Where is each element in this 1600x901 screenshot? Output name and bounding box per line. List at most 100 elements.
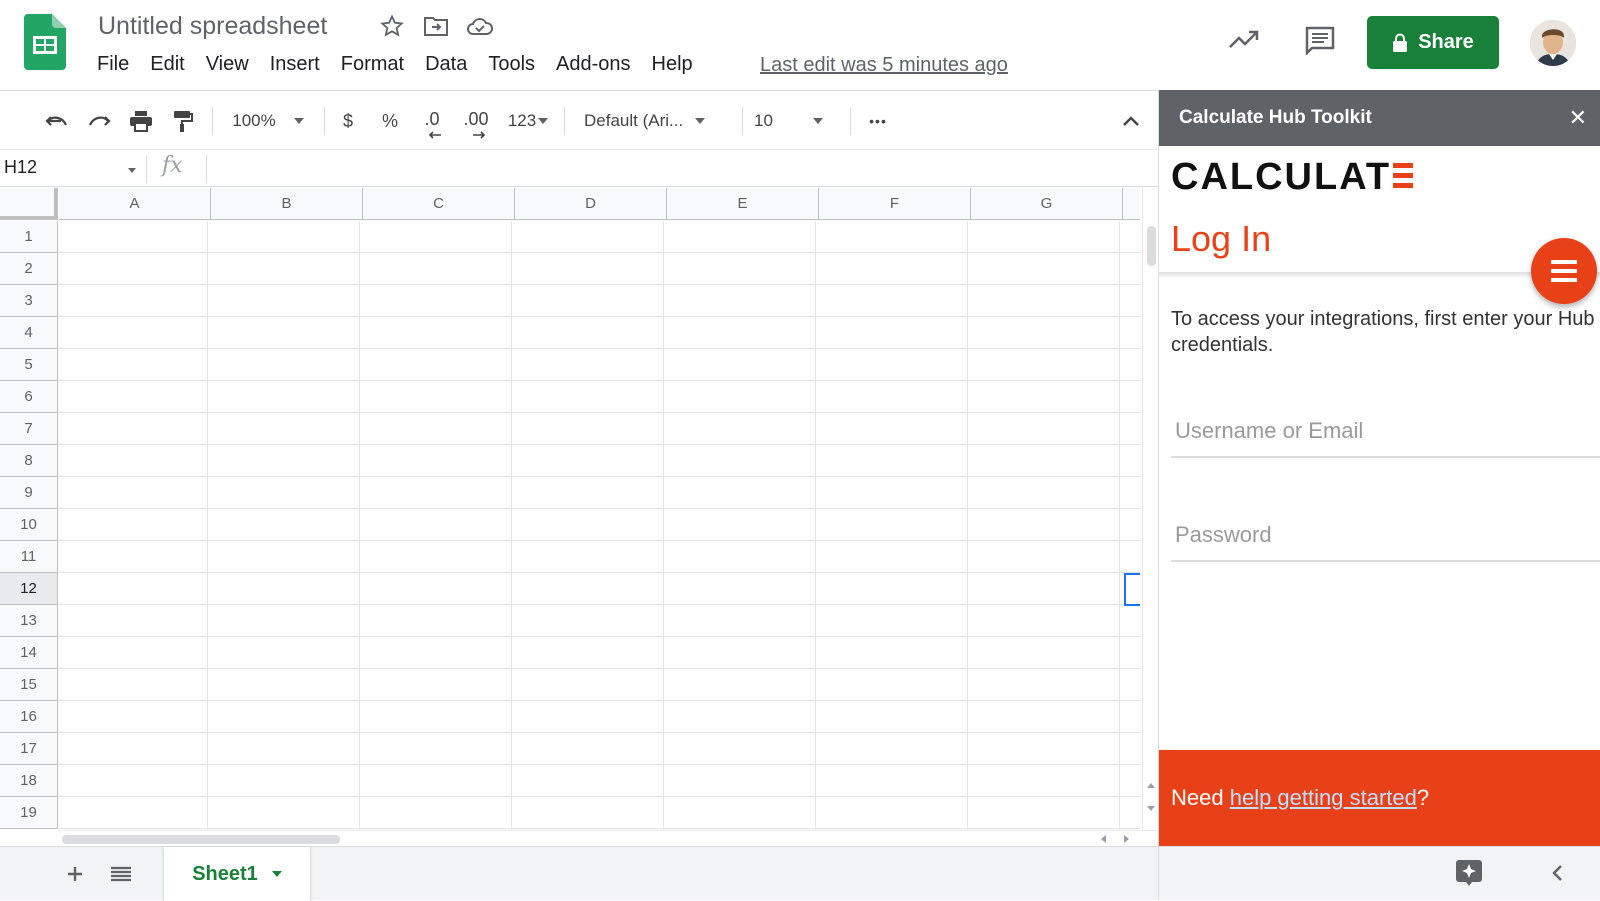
row-header-6[interactable]: 6 bbox=[0, 381, 58, 413]
activity-trend-icon[interactable] bbox=[1226, 22, 1262, 58]
sheet-tab-sheet1[interactable]: Sheet1 bbox=[164, 847, 310, 901]
row-header-8[interactable]: 8 bbox=[0, 445, 58, 477]
row-header-17[interactable]: 17 bbox=[0, 733, 58, 765]
font-family-select[interactable]: Default (Ari... bbox=[584, 91, 730, 151]
scroll-up-icon[interactable] bbox=[1147, 782, 1155, 788]
horizontal-scrollbar[interactable] bbox=[58, 830, 1158, 846]
font-size-select[interactable]: 10 bbox=[754, 91, 840, 151]
menu-tools[interactable]: Tools bbox=[488, 53, 535, 76]
row-header-13[interactable]: 13 bbox=[0, 605, 58, 637]
help-getting-started-link[interactable]: help getting started bbox=[1230, 785, 1417, 811]
cloud-status-icon[interactable] bbox=[466, 12, 494, 40]
row-header-11[interactable]: 11 bbox=[0, 541, 58, 573]
share-button[interactable]: Share bbox=[1367, 16, 1499, 69]
close-icon[interactable]: ✕ bbox=[1569, 105, 1587, 131]
menu-bar-line bbox=[1551, 278, 1577, 282]
row-header-4[interactable]: 4 bbox=[0, 317, 58, 349]
sheets-logo-icon[interactable] bbox=[24, 14, 66, 70]
column-header-c[interactable]: C bbox=[363, 188, 515, 220]
move-folder-icon[interactable] bbox=[422, 12, 450, 40]
scroll-right-icon[interactable] bbox=[1124, 835, 1130, 843]
decrease-decimal-button[interactable]: .0 bbox=[416, 91, 448, 151]
last-edit-link[interactable]: Last edit was 5 minutes ago bbox=[760, 54, 1008, 77]
row-header-15[interactable]: 15 bbox=[0, 669, 58, 701]
toolbar-divider bbox=[212, 107, 213, 135]
collapse-toolbar-icon[interactable] bbox=[1116, 91, 1146, 151]
column-header-d[interactable]: D bbox=[515, 188, 667, 220]
menu-view[interactable]: View bbox=[206, 53, 249, 76]
cell-area[interactable] bbox=[59, 221, 1140, 830]
share-label: Share bbox=[1418, 31, 1474, 53]
formula-input[interactable] bbox=[212, 151, 1152, 187]
logo-e-bars-icon bbox=[1393, 163, 1414, 189]
document-title[interactable]: Untitled spreadsheet bbox=[98, 12, 327, 41]
comments-icon[interactable] bbox=[1302, 22, 1338, 58]
scroll-left-icon[interactable] bbox=[1100, 835, 1106, 843]
add-sheet-icon[interactable] bbox=[60, 859, 90, 889]
increase-decimal-button[interactable]: .00 bbox=[458, 91, 494, 151]
undo-icon[interactable] bbox=[42, 91, 72, 151]
row-header-18[interactable]: 18 bbox=[0, 765, 58, 797]
arrow-left-icon bbox=[428, 131, 441, 139]
column-header-h[interactable] bbox=[1123, 188, 1140, 220]
print-icon[interactable] bbox=[126, 91, 156, 151]
help-footer: Need help getting started? bbox=[1159, 750, 1600, 846]
more-options-button[interactable]: ••• bbox=[860, 91, 896, 151]
column-header-f[interactable]: F bbox=[819, 188, 971, 220]
row-header-2[interactable]: 2 bbox=[0, 253, 58, 285]
chevron-left-icon[interactable] bbox=[1551, 863, 1563, 888]
row-header-10[interactable]: 10 bbox=[0, 509, 58, 541]
menu-addons[interactable]: Add-ons bbox=[556, 53, 631, 76]
sheet-tab-label: Sheet1 bbox=[192, 862, 258, 885]
percent-format-button[interactable]: % bbox=[376, 91, 404, 151]
row-header-1[interactable]: 1 bbox=[0, 221, 58, 253]
currency-format-button[interactable]: $ bbox=[334, 91, 362, 151]
row-header-19[interactable]: 19 bbox=[0, 797, 58, 829]
row-header-7[interactable]: 7 bbox=[0, 413, 58, 445]
menu-format[interactable]: Format bbox=[341, 53, 404, 76]
select-all-corner[interactable] bbox=[0, 188, 58, 220]
arrow-right-icon bbox=[473, 131, 486, 139]
row-header-12[interactable]: 12 bbox=[0, 573, 58, 605]
horizontal-scroll-thumb[interactable] bbox=[62, 835, 340, 844]
column-header-g[interactable]: G bbox=[971, 188, 1123, 220]
menu-bar-line bbox=[1551, 260, 1577, 264]
menu-data[interactable]: Data bbox=[425, 53, 467, 76]
sidebar-header: Calculate Hub Toolkit ✕ bbox=[1159, 90, 1600, 146]
sidebar-bottom-bar bbox=[1159, 846, 1600, 900]
menu-edit[interactable]: Edit bbox=[150, 53, 184, 76]
row-header-3[interactable]: 3 bbox=[0, 285, 58, 317]
menu-insert[interactable]: Insert bbox=[270, 53, 320, 76]
column-header-e[interactable]: E bbox=[667, 188, 819, 220]
row-header-14[interactable]: 14 bbox=[0, 637, 58, 669]
hamburger-menu-button[interactable] bbox=[1531, 238, 1597, 304]
formula-bar: H12 fx bbox=[0, 151, 1158, 187]
user-avatar[interactable] bbox=[1530, 20, 1576, 66]
lock-icon bbox=[1393, 33, 1408, 52]
toolbar-divider bbox=[742, 107, 743, 135]
font-size-value: 10 bbox=[754, 111, 773, 130]
username-input[interactable] bbox=[1171, 408, 1551, 454]
menu-help[interactable]: Help bbox=[652, 53, 693, 76]
row-header-9[interactable]: 9 bbox=[0, 477, 58, 509]
paint-format-icon[interactable] bbox=[168, 91, 198, 151]
scroll-down-icon[interactable] bbox=[1147, 806, 1155, 812]
column-header-a[interactable]: A bbox=[59, 188, 211, 220]
row-header-16[interactable]: 16 bbox=[0, 701, 58, 733]
menu-file[interactable]: File bbox=[97, 53, 129, 76]
star-icon[interactable] bbox=[378, 12, 406, 40]
column-header-b[interactable]: B bbox=[211, 188, 363, 220]
password-input[interactable] bbox=[1171, 512, 1551, 558]
all-sheets-icon[interactable] bbox=[106, 859, 136, 889]
vertical-scroll-thumb[interactable] bbox=[1147, 226, 1156, 266]
name-box[interactable]: H12 bbox=[4, 157, 137, 178]
number-format-label: 123 bbox=[507, 111, 537, 130]
number-format-select[interactable]: 123 bbox=[502, 91, 554, 151]
selected-cell-h12[interactable] bbox=[1124, 573, 1140, 606]
row-header-5[interactable]: 5 bbox=[0, 349, 58, 381]
zoom-select[interactable]: 100% bbox=[222, 91, 314, 151]
calculate-logo: CALCULAT bbox=[1171, 156, 1414, 199]
vertical-scrollbar[interactable] bbox=[1142, 188, 1158, 830]
explore-icon[interactable] bbox=[1455, 859, 1483, 892]
redo-icon[interactable] bbox=[84, 91, 114, 151]
